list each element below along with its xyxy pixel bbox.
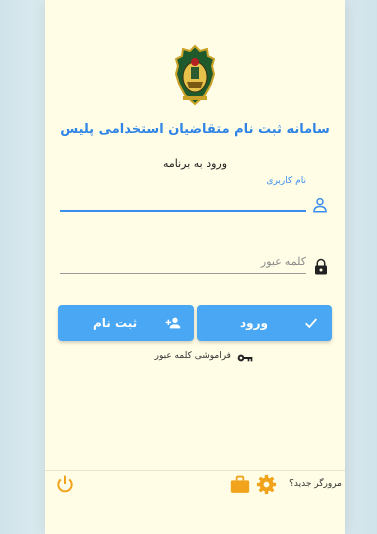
add-user-icon [165,317,181,329]
power-icon[interactable] [55,474,75,494]
footer-divider [45,470,345,471]
lock-icon [315,258,327,275]
password-input[interactable] [60,251,306,274]
login-button[interactable]: ورود [197,305,332,341]
username-label: نام کاربری [266,176,306,186]
username-field: نام کاربری [60,176,306,212]
briefcase-icon[interactable] [230,475,250,494]
login-button-label: ورود [240,316,268,330]
gear-icon[interactable] [256,474,277,495]
police-emblem-icon [174,44,216,106]
login-subtitle: ورود به برنامه [162,157,228,170]
app-title: سامانه ثبت نام متقاضیان استخدامی پلیس [60,122,330,137]
register-button[interactable]: ثبت نام [58,305,194,341]
user-icon [313,197,327,213]
key-icon [237,354,253,362]
new-browser-link[interactable]: مرورگر جدید؟ [282,479,342,489]
register-button-label: ثبت نام [93,316,138,330]
username-input[interactable] [60,188,306,212]
check-icon [305,318,317,329]
forgot-password-label: فراموشی کلمه عبور [154,351,231,361]
login-card: سامانه ثبت نام متقاضیان استخدامی پلیس ور… [45,0,345,534]
password-field [60,248,306,274]
